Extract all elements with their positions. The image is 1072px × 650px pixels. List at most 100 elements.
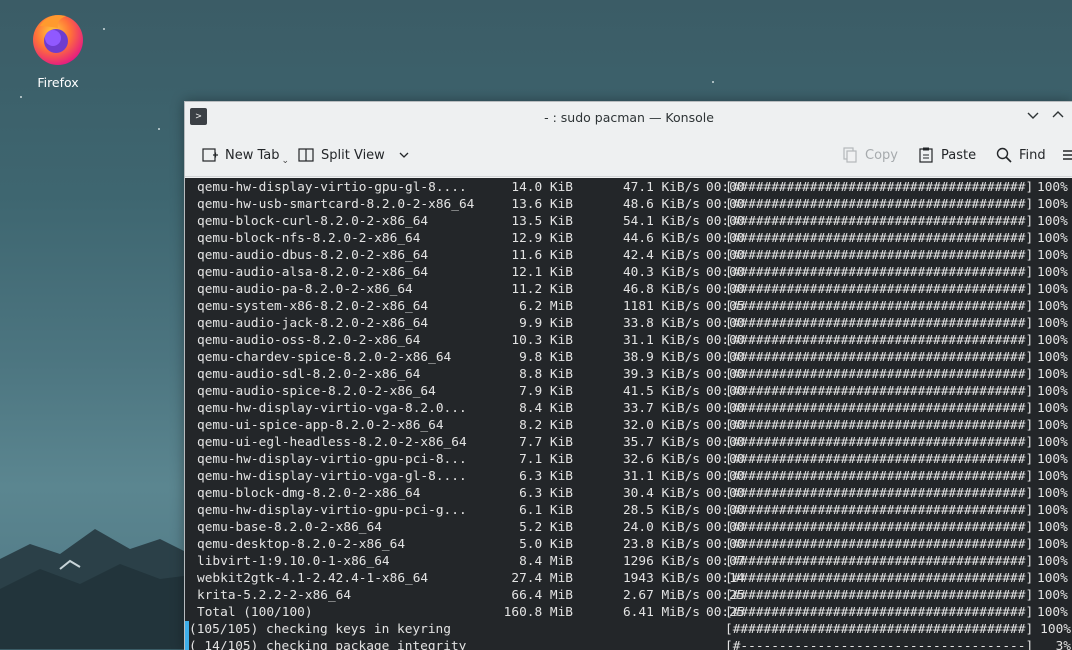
toolbar: New Tab ⌄ Split View Copy Paste Find xyxy=(185,133,1072,177)
paste-label: Paste xyxy=(941,147,977,163)
download-size: 12.1 KiB xyxy=(511,265,573,280)
title-bar[interactable]: > - : sudo pacman — Konsole xyxy=(185,102,1072,133)
terminal-line: qemu-hw-display-virtio-vga-8.2.0... 8.4 K… xyxy=(185,400,1072,417)
download-size: 10.3 KiB xyxy=(511,333,573,348)
terminal-line: qemu-base-8.2.0-2-x86_64 5.2 KiB 24.0 KiB/… xyxy=(185,519,1072,536)
download-size: 9.9 KiB xyxy=(519,316,573,331)
hamburger-menu-icon xyxy=(1063,150,1072,160)
download-speed: 40.3 KiB/s xyxy=(622,265,700,280)
find-label: Find xyxy=(1019,147,1046,163)
progress-bar-text: [######################################] xyxy=(725,299,1034,314)
download-size: 11.6 KiB xyxy=(511,248,573,263)
download-speed: 6.41 MiB/s xyxy=(622,605,700,620)
progress-percent: 100% xyxy=(1037,282,1068,297)
progress-percent: 100% xyxy=(1037,605,1068,620)
package-name: qemu-block-nfs-8.2.0-2-x86_64 xyxy=(197,231,421,246)
terminal-line: qemu-audio-alsa-8.2.0-2-x86_64 12.1 KiB 40… xyxy=(185,264,1072,281)
download-size: 11.2 KiB xyxy=(511,282,573,297)
download-speed: 44.6 KiB/s xyxy=(622,231,700,246)
download-speed: 48.6 KiB/s xyxy=(622,197,700,212)
download-size: 8.4 KiB xyxy=(519,401,573,416)
package-name: webkit2gtk-4.1-2.42.4-1-x86_64 xyxy=(197,571,429,586)
download-speed: 1296 KiB/s xyxy=(622,554,700,569)
terminal-line: qemu-ui-spice-app-8.2.0-2-x86_64 8.2 KiB 3… xyxy=(185,417,1072,434)
desktop-icon-label: Firefox xyxy=(37,75,79,90)
download-size: 66.4 MiB xyxy=(511,588,573,603)
download-speed: 39.3 KiB/s xyxy=(622,367,700,382)
download-size: 6.3 KiB xyxy=(519,469,573,484)
split-view-label: Split View xyxy=(321,147,385,163)
package-name: qemu-audio-pa-8.2.0-2-x86_64 xyxy=(197,282,413,297)
progress-percent: 100% xyxy=(1037,588,1068,603)
progress-percent: 100% xyxy=(1037,554,1068,569)
chevron-down-icon xyxy=(1027,112,1039,119)
minimize-button[interactable] xyxy=(1024,108,1042,126)
maximize-button[interactable] xyxy=(1049,108,1067,126)
progress-percent: 3% xyxy=(1055,639,1071,650)
progress-bar-text: [######################################] xyxy=(725,231,1034,246)
terminal-line: libvirt-1:9.10.0-1-x86_64 8.4 MiB 1296 KiB… xyxy=(185,553,1072,570)
desktop-icon-firefox[interactable]: Firefox xyxy=(22,8,94,90)
copy-button[interactable]: Copy xyxy=(841,145,898,165)
download-speed: 33.8 KiB/s xyxy=(622,316,700,331)
download-size: 8.4 MiB xyxy=(519,554,573,569)
paste-icon xyxy=(919,147,933,163)
download-speed: 41.5 KiB/s xyxy=(622,384,700,399)
progress-percent: 100% xyxy=(1037,384,1068,399)
package-name: qemu-audio-sdl-8.2.0-2-x86_64 xyxy=(197,367,421,382)
package-name: qemu-audio-spice-8.2.0-2-x86_64 xyxy=(197,384,436,399)
new-tab-label: New Tab xyxy=(225,147,280,163)
new-tab-menu-caret[interactable]: ⌄ xyxy=(282,156,290,166)
download-speed: 1181 KiB/s xyxy=(622,299,700,314)
package-name: qemu-audio-dbus-8.2.0-2-x86_64 xyxy=(197,248,429,263)
window-title: - : sudo pacman — Konsole xyxy=(544,110,714,125)
progress-percent: 100% xyxy=(1037,214,1068,229)
terminal-line: qemu-hw-display-virtio-vga-gl-8.... 6.3 K… xyxy=(185,468,1072,485)
status-text: (105/105) checking keys in keyring xyxy=(189,622,451,637)
download-speed: 54.1 KiB/s xyxy=(622,214,700,229)
status-text: ( 14/105) checking package integrity xyxy=(189,639,467,650)
terminal-output[interactable]: qemu-hw-display-virtio-gpu-gl-8.... 14.0 … xyxy=(185,178,1072,650)
terminal-line: qemu-audio-dbus-8.2.0-2-x86_64 11.6 KiB 42… xyxy=(185,247,1072,264)
find-button[interactable]: Find xyxy=(995,145,1046,165)
progress-bar-text: [######################################] xyxy=(725,282,1034,297)
download-speed: 31.1 KiB/s xyxy=(622,469,700,484)
split-view-button[interactable]: Split View xyxy=(297,145,411,165)
progress-percent: 100% xyxy=(1037,248,1068,263)
progress-bar-text: [######################################] xyxy=(725,197,1034,212)
terminal-line: webkit2gtk-4.1-2.42.4-1-x86_64 27.4 MiB 19… xyxy=(185,570,1072,587)
terminal-line: qemu-system-x86-8.2.0-2-x86_64 6.2 MiB 118… xyxy=(185,298,1072,315)
paste-button[interactable]: Paste xyxy=(917,145,976,165)
progress-bar-text: [######################################] xyxy=(725,571,1034,586)
package-name: qemu-system-x86-8.2.0-2-x86_64 xyxy=(197,299,429,314)
package-name: qemu-hw-display-virtio-vga-8.2.0... xyxy=(197,401,467,416)
progress-percent: 100% xyxy=(1037,367,1068,382)
split-view-icon xyxy=(298,148,314,162)
progress-bar-text: [######################################] xyxy=(725,265,1034,280)
progress-bar-text: [######################################] xyxy=(725,537,1034,552)
progress-percent: 100% xyxy=(1040,622,1071,637)
progress-bar-text: [######################################] xyxy=(725,418,1034,433)
package-name: qemu-ui-spice-app-8.2.0-2-x86_64 xyxy=(197,418,444,433)
terminal-line: qemu-desktop-8.2.0-2-x86_64 5.0 KiB 23.8 K… xyxy=(185,536,1072,553)
package-name: krita-5.2.2-2-x86_64 xyxy=(197,588,352,603)
download-speed: 38.9 KiB/s xyxy=(622,350,700,365)
chevron-down-icon[interactable] xyxy=(397,148,411,162)
progress-bar-text: [######################################] xyxy=(725,554,1034,569)
download-speed: 35.7 KiB/s xyxy=(622,435,700,450)
download-size: 7.7 KiB xyxy=(519,435,573,450)
terminal-line: qemu-hw-display-virtio-gpu-pci-8... 7.1 K… xyxy=(185,451,1072,468)
package-name: qemu-audio-oss-8.2.0-2-x86_64 xyxy=(197,333,421,348)
progress-bar-text: [######################################] xyxy=(725,520,1034,535)
download-speed: 1943 KiB/s xyxy=(622,571,700,586)
hamburger-menu-button[interactable] xyxy=(1061,145,1072,165)
new-tab-button[interactable]: New Tab ⌄ xyxy=(201,145,290,166)
download-speed: 31.1 KiB/s xyxy=(622,333,700,348)
progress-bar-text: [######################################] xyxy=(725,622,1034,637)
progress-percent: 100% xyxy=(1037,435,1068,450)
terminal-status-line: (105/105) checking keys in keyring [#####… xyxy=(185,621,1072,638)
terminal-line: qemu-block-curl-8.2.0-2-x86_64 13.5 KiB 54… xyxy=(185,213,1072,230)
download-speed: 32.6 KiB/s xyxy=(622,452,700,467)
package-name: qemu-audio-alsa-8.2.0-2-x86_64 xyxy=(197,265,429,280)
progress-percent: 100% xyxy=(1037,486,1068,501)
